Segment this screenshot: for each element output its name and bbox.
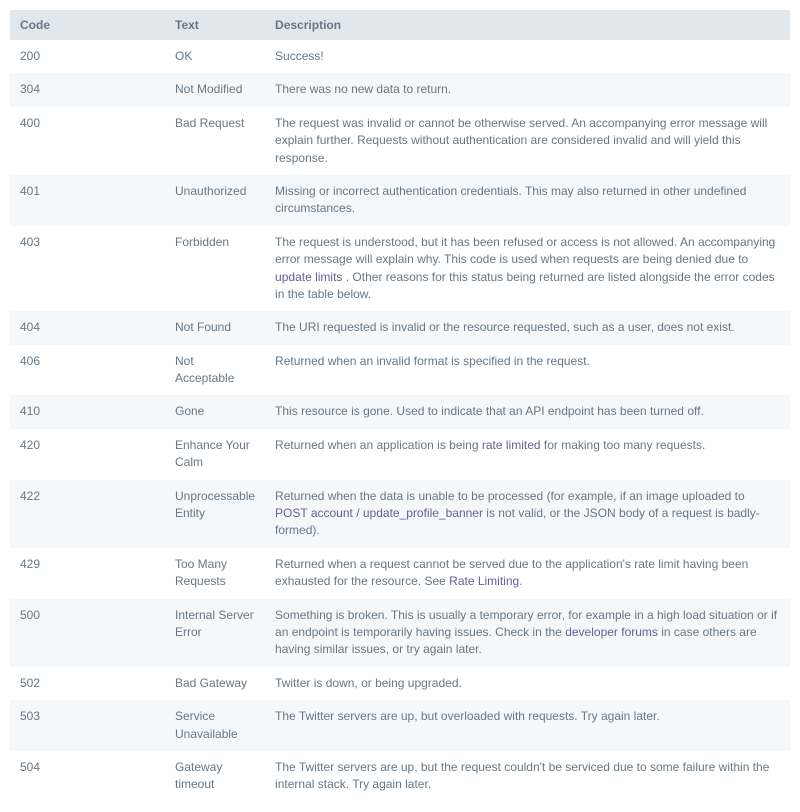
cell-description: Returned when an application is being ra… [265, 429, 790, 480]
table-row: 403Forbidden The request is understood, b… [10, 226, 790, 312]
description-text: Returned when the data is unable to be p… [275, 489, 745, 503]
cell-code: 406 [10, 345, 165, 396]
description-text: There was no new data to return. [275, 82, 451, 96]
cell-text: Service Unavailable [165, 700, 265, 751]
cell-text: Gone [165, 395, 265, 428]
cell-text: Bad Request [165, 107, 265, 175]
table-header-row: Code Text Description [10, 10, 790, 40]
cell-code: 429 [10, 548, 165, 599]
cell-text: Unprocessable Entity [165, 480, 265, 548]
cell-description: Returned when a request cannot be served… [265, 548, 790, 599]
table-row: 304Not Modified There was no new data to … [10, 73, 790, 106]
description-text: Returned when an application is being [275, 438, 482, 452]
cell-code: 504 [10, 751, 165, 802]
cell-description: This resource is gone. Used to indicate … [265, 395, 790, 428]
table-row: 404Not Found The URI requested is invalid… [10, 311, 790, 344]
cell-code: 503 [10, 700, 165, 751]
description-link[interactable]: update limits [275, 270, 342, 284]
table-row: 401Unauthorized Missing or incorrect auth… [10, 175, 790, 226]
cell-description: There was no new data to return. [265, 73, 790, 106]
cell-description: The request is understood, but it has be… [265, 226, 790, 312]
cell-text: Not Found [165, 311, 265, 344]
cell-text: Forbidden [165, 226, 265, 312]
description-text: Success! [275, 49, 324, 63]
cell-description: Twitter is down, or being upgraded. [265, 667, 790, 700]
cell-code: 401 [10, 175, 165, 226]
cell-description: The Twitter servers are up, but overload… [265, 700, 790, 751]
cell-description: Missing or incorrect authentication cred… [265, 175, 790, 226]
table-row: 429Too Many RequestsReturned when a requ… [10, 548, 790, 599]
cell-text: Enhance Your Calm [165, 429, 265, 480]
cell-text: Not Acceptable [165, 345, 265, 396]
description-link[interactable]: developer forums [565, 625, 658, 639]
cell-text: Bad Gateway [165, 667, 265, 700]
cell-text: Not Modified [165, 73, 265, 106]
description-text: . Other reasons for this status being re… [275, 270, 775, 301]
description-text: Returned when an invalid format is speci… [275, 354, 590, 368]
table-row: 200OK Success! [10, 40, 790, 73]
description-text: The Twitter servers are up, but overload… [275, 709, 660, 723]
table-row: 504Gateway timeout The Twitter servers ar… [10, 751, 790, 802]
cell-description: The Twitter servers are up, but the requ… [265, 751, 790, 802]
http-codes-table: Code Text Description 200OKSuccess!304No… [10, 10, 790, 802]
description-link[interactable]: rate limited [482, 438, 541, 452]
cell-text: Gateway timeout [165, 751, 265, 802]
description-text: . [519, 574, 522, 588]
cell-description: Success! [265, 40, 790, 73]
cell-text: Too Many Requests [165, 548, 265, 599]
cell-description: Returned when an invalid format is speci… [265, 345, 790, 396]
description-text: The URI requested is invalid or the reso… [275, 320, 735, 334]
description-text: This resource is gone. Used to indicate … [275, 404, 704, 418]
table-row: 502Bad Gateway Twitter is down, or being … [10, 667, 790, 700]
cell-code: 502 [10, 667, 165, 700]
cell-code: 200 [10, 40, 165, 73]
cell-code: 403 [10, 226, 165, 312]
table-row: 420Enhance Your CalmReturned when an app… [10, 429, 790, 480]
cell-code: 400 [10, 107, 165, 175]
table-row: 406Not Acceptable Returned when an invali… [10, 345, 790, 396]
cell-code: 420 [10, 429, 165, 480]
description-link[interactable]: POST account / update_profile_banner [275, 506, 483, 520]
description-text: The request is understood, but it has be… [275, 235, 775, 266]
cell-code: 404 [10, 311, 165, 344]
description-text: The request was invalid or cannot be oth… [275, 116, 767, 165]
table-row: 503Service Unavailable The Twitter server… [10, 700, 790, 751]
description-link[interactable]: Rate Limiting [449, 574, 519, 588]
cell-code: 304 [10, 73, 165, 106]
cell-text: Unauthorized [165, 175, 265, 226]
header-text: Text [165, 10, 265, 40]
cell-description: The request was invalid or cannot be oth… [265, 107, 790, 175]
header-code: Code [10, 10, 165, 40]
cell-description: Returned when the data is unable to be p… [265, 480, 790, 548]
cell-code: 422 [10, 480, 165, 548]
description-text: for making too many requests. [541, 438, 706, 452]
description-text: The Twitter servers are up, but the requ… [275, 760, 769, 791]
table-row: 400Bad RequestThe request was invalid or… [10, 107, 790, 175]
description-text: Missing or incorrect authentication cred… [275, 184, 746, 215]
description-text: Twitter is down, or being upgraded. [275, 676, 462, 690]
header-description: Description [265, 10, 790, 40]
cell-description: The URI requested is invalid or the reso… [265, 311, 790, 344]
table-row: 422Unprocessable Entity Returned when the… [10, 480, 790, 548]
cell-description: Something is broken. This is usually a t… [265, 599, 790, 667]
cell-text: OK [165, 40, 265, 73]
table-row: 410Gone This resource is gone. Used to in… [10, 395, 790, 428]
cell-code: 410 [10, 395, 165, 428]
table-row: 500Internal Server ErrorSomething is bro… [10, 599, 790, 667]
cell-code: 500 [10, 599, 165, 667]
cell-text: Internal Server Error [165, 599, 265, 667]
